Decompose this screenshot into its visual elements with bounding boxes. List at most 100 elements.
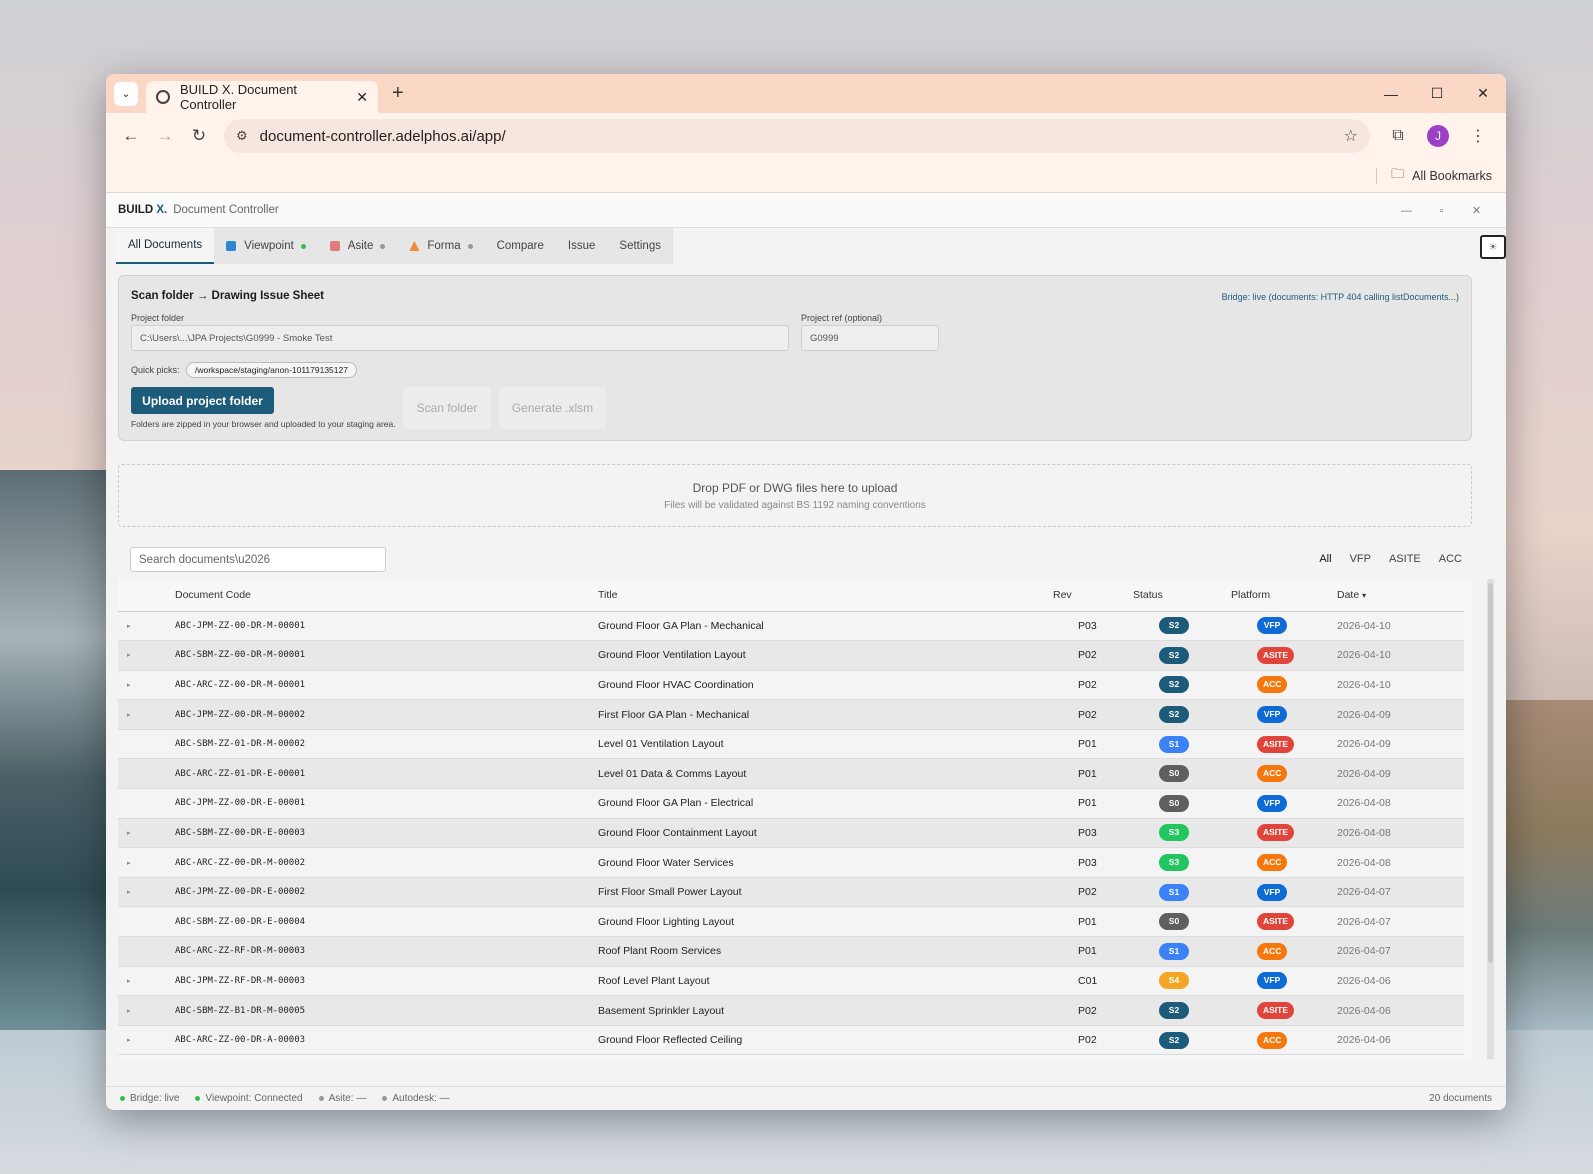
table-row[interactable]: ▸ ABC-JPM-ZZ-00-DR-M-00002 First Floor GA … xyxy=(118,699,1464,730)
cell-platform: VFP xyxy=(1231,611,1337,642)
minimize-icon[interactable]: — xyxy=(1368,74,1414,113)
all-bookmarks-link[interactable]: All Bookmarks xyxy=(1412,169,1492,183)
cell-platform: VFP xyxy=(1231,788,1337,819)
table-row[interactable]: ABC-ARC-ZZ-RF-DR-M-00003 Roof Plant Room … xyxy=(118,936,1464,967)
tab-compare[interactable]: Compare xyxy=(484,228,556,264)
table-row[interactable]: ▸ ABC-SBM-ZZ-00-DR-E-00003 Ground Floor Co… xyxy=(118,818,1464,849)
expand-icon[interactable] xyxy=(118,788,175,819)
close-window-icon[interactable]: ✕ xyxy=(1460,74,1506,113)
browser-tab[interactable]: BUILD X. Document Controller ✕ xyxy=(146,81,378,113)
table-row[interactable]: ▸ ABC-JPM-ZZ-00-DR-E-00002 First Floor Sma… xyxy=(118,877,1464,908)
reload-icon[interactable]: ↻ xyxy=(182,126,216,146)
table-row[interactable]: ABC-SBM-ZZ-00-DR-E-00004 Ground Floor Lig… xyxy=(118,906,1464,938)
table-row[interactable]: ABC-SBM-ZZ-01-DR-M-00002 Level 01 Ventila… xyxy=(118,729,1464,760)
generate-xlsm-button[interactable]: Generate .xlsm xyxy=(499,387,606,429)
scan-folder-panel: Scan folder → Drawing Issue Sheet Bridge… xyxy=(118,275,1472,441)
filter-asite[interactable]: ASITE xyxy=(1389,553,1421,565)
expand-icon[interactable]: ▸ xyxy=(118,1025,175,1056)
tab-search-icon[interactable]: ⌄ xyxy=(114,81,138,106)
quick-pick-chip[interactable]: /workspace/staging/anon-101179135127 xyxy=(186,362,357,378)
cell-status: S4 xyxy=(1133,966,1231,997)
menu-icon[interactable]: ⋮ xyxy=(1458,126,1498,146)
folder-icon: 🗀 xyxy=(1391,165,1405,181)
expand-icon[interactable] xyxy=(118,729,175,760)
cell-title: First Floor Small Power Layout xyxy=(598,877,1053,908)
filter-vfp[interactable]: VFP xyxy=(1350,553,1371,565)
status-badge: S1 xyxy=(1159,735,1189,753)
cell-rev: P01 xyxy=(1053,788,1133,819)
col-rev[interactable]: Rev xyxy=(1053,579,1133,612)
avatar[interactable]: J xyxy=(1427,125,1449,147)
cell-rev: P02 xyxy=(1053,1025,1133,1056)
bookmark-star-icon[interactable]: ☆ xyxy=(1344,126,1358,146)
expand-icon[interactable] xyxy=(118,906,175,938)
app-maximize-icon[interactable]: ▫ xyxy=(1424,205,1459,217)
expand-icon[interactable]: ▸ xyxy=(118,818,175,849)
platform-badge: ACC xyxy=(1257,942,1288,960)
filter-acc[interactable]: ACC xyxy=(1439,553,1462,565)
cell-title: Roof Level Plant Layout xyxy=(598,966,1053,997)
dropzone-title: Drop PDF or DWG files here to upload xyxy=(692,481,898,495)
platform-badge: ACC xyxy=(1257,854,1288,872)
cell-date: 2026-04-09 xyxy=(1337,758,1464,790)
file-dropzone[interactable]: Drop PDF or DWG files here to upload Fil… xyxy=(118,464,1472,527)
table-row[interactable]: ABC-JPM-ZZ-00-DR-E-00001 Ground Floor GA … xyxy=(118,788,1464,819)
app-minimize-icon[interactable]: — xyxy=(1389,205,1424,217)
cell-date: 2026-04-09 xyxy=(1337,699,1464,730)
tab-settings[interactable]: Settings xyxy=(607,228,673,264)
site-settings-icon[interactable]: ⚙ xyxy=(236,128,248,144)
table-row[interactable]: ▸ ABC-SBM-ZZ-B1-DR-M-00005 Basement Sprink… xyxy=(118,995,1464,1026)
maximize-icon[interactable]: ☐ xyxy=(1414,74,1460,113)
col-platform[interactable]: Platform xyxy=(1231,579,1337,612)
expand-icon[interactable]: ▸ xyxy=(118,611,175,642)
col-date[interactable]: Date ▾ xyxy=(1337,579,1464,612)
expand-icon[interactable]: ▸ xyxy=(118,966,175,997)
extensions-icon[interactable]: ⧉ xyxy=(1378,127,1418,145)
table-row[interactable]: ▸ ABC-ARC-ZZ-00-DR-M-00002 Ground Floor Wa… xyxy=(118,847,1464,878)
status-badge: S0 xyxy=(1159,913,1189,931)
col-status[interactable]: Status xyxy=(1133,579,1231,612)
upload-project-folder-button[interactable]: Upload project folder xyxy=(131,387,274,414)
expand-icon[interactable]: ▸ xyxy=(118,640,175,671)
scan-folder-button[interactable]: Scan folder xyxy=(403,387,491,429)
table-scrollbar[interactable] xyxy=(1487,579,1494,1059)
tab-strip: ⌄ BUILD X. Document Controller ✕ + — ☐ ✕ xyxy=(106,74,1506,113)
tab-forma[interactable]: Forma xyxy=(397,228,485,264)
forward-icon[interactable]: → xyxy=(148,126,182,146)
platform-badge: ASITE xyxy=(1257,824,1295,842)
expand-icon[interactable]: ▸ xyxy=(118,877,175,908)
close-tab-icon[interactable]: ✕ xyxy=(356,89,368,106)
tab-all-documents[interactable]: All Documents xyxy=(116,228,215,264)
expand-icon[interactable]: ▸ xyxy=(118,699,175,730)
expand-icon[interactable] xyxy=(118,936,175,967)
tab-issue[interactable]: Issue xyxy=(555,228,608,264)
expand-icon[interactable] xyxy=(118,758,175,790)
new-tab-icon[interactable]: + xyxy=(392,82,404,105)
expand-icon[interactable]: ▸ xyxy=(118,847,175,878)
project-folder-input[interactable]: C:\Users\...\JPA Projects\G0999 - Smoke … xyxy=(131,325,789,351)
expand-icon[interactable]: ▸ xyxy=(118,995,175,1026)
tab-asite[interactable]: Asite xyxy=(317,228,398,264)
status-badge: S2 xyxy=(1159,617,1189,635)
tab-viewpoint[interactable]: Viewpoint xyxy=(214,228,318,264)
project-ref-input[interactable]: G0999 xyxy=(801,325,939,351)
cell-rev: P02 xyxy=(1053,699,1133,730)
table-row[interactable]: ▸ ABC-SBM-ZZ-00-DR-M-00001 Ground Floor Ve… xyxy=(118,640,1464,671)
col-title[interactable]: Title xyxy=(598,579,1053,612)
back-icon[interactable]: ← xyxy=(114,126,148,146)
expand-icon[interactable]: ▸ xyxy=(118,670,175,701)
app-close-icon[interactable]: ✕ xyxy=(1459,204,1494,217)
scrollbar-thumb[interactable] xyxy=(1488,583,1493,963)
address-bar[interactable]: ⚙ document-controller.adelphos.ai/app/ ☆ xyxy=(224,119,1370,153)
table-row[interactable]: ▸ ABC-ARC-ZZ-00-DR-A-00003 Ground Floor Re… xyxy=(118,1025,1464,1056)
cell-rev: P02 xyxy=(1053,877,1133,908)
theme-toggle-icon[interactable]: ☀ xyxy=(1480,235,1506,259)
filter-all[interactable]: All xyxy=(1319,553,1331,565)
table-row[interactable]: ▸ ABC-JPM-ZZ-00-DR-M-00001 Ground Floor GA… xyxy=(118,611,1464,642)
search-input[interactable]: Search documents\u2026 xyxy=(130,547,386,572)
cell-status: S2 xyxy=(1133,640,1231,671)
col-document-code[interactable]: Document Code xyxy=(175,579,598,612)
table-row[interactable]: ▸ ABC-JPM-ZZ-RF-DR-M-00003 Roof Level Plan… xyxy=(118,966,1464,997)
table-row[interactable]: ▸ ABC-ARC-ZZ-00-DR-M-00001 Ground Floor HV… xyxy=(118,670,1464,701)
table-row[interactable]: ABC-ARC-ZZ-01-DR-E-00001 Level 01 Data & … xyxy=(118,758,1464,790)
